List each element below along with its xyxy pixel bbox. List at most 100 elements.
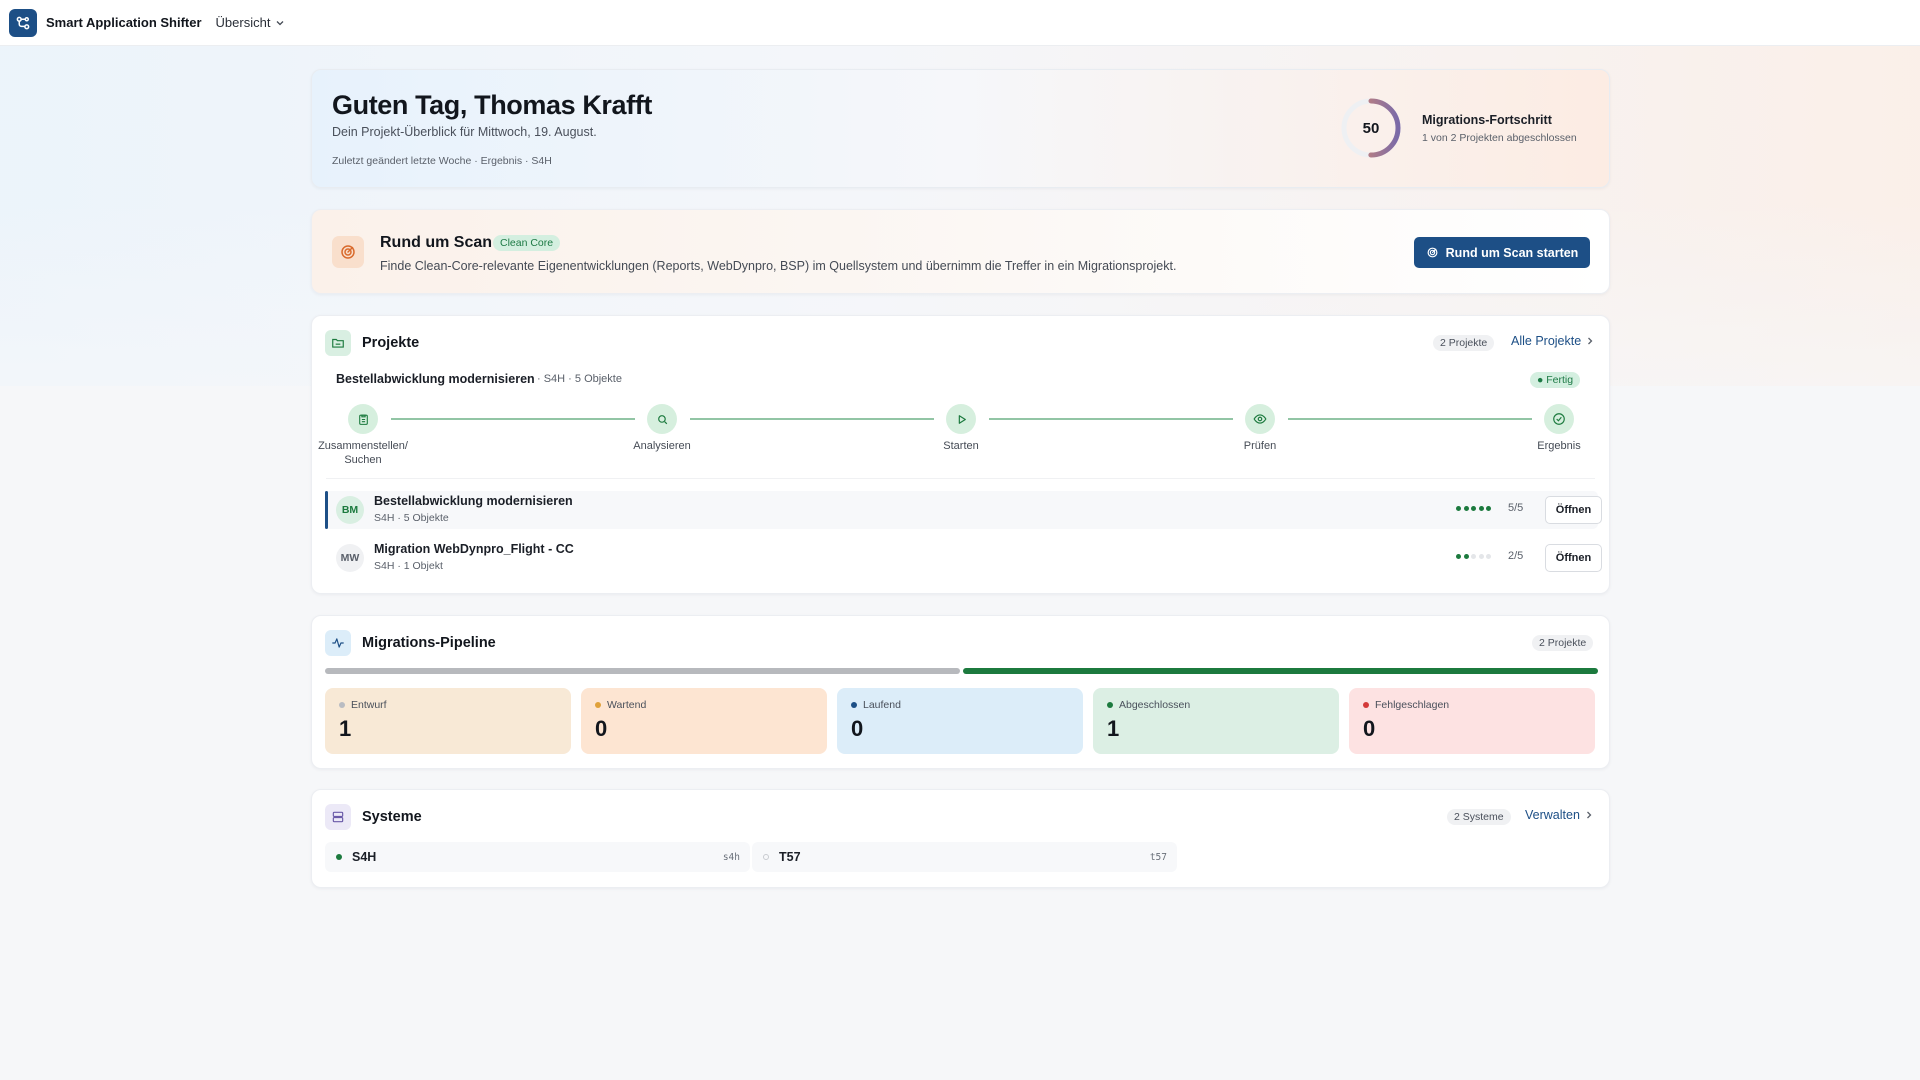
stat-draft: Entwurf 1 — [325, 688, 571, 754]
status-badge-done: ● Fertig — [1530, 372, 1581, 388]
progress-dot — [1463, 506, 1469, 511]
stat-failed: Fehlgeschlagen 0 — [1349, 688, 1595, 754]
project-row-title: Bestellabwicklung modernisieren — [374, 494, 573, 508]
top-bar: Smart Application Shifter Übersicht — [0, 0, 1920, 46]
nav-menu-overview[interactable]: Übersicht — [216, 15, 286, 30]
step-analyze[interactable] — [647, 404, 677, 434]
manage-systems-link[interactable]: Verwalten — [1525, 808, 1593, 822]
system-item[interactable]: T57 t57 — [752, 842, 1177, 872]
all-projects-link[interactable]: Alle Projekte — [1511, 334, 1594, 348]
step-collect[interactable] — [348, 404, 378, 434]
app-logo-icon[interactable] — [9, 8, 37, 37]
clipboard-icon — [358, 414, 368, 425]
start-scan-label: Rund um Scan starten — [1445, 245, 1579, 260]
play-icon — [958, 414, 966, 424]
status-dot — [763, 854, 769, 860]
greeting-subtitle: Dein Projekt-Überblick für Mittwoch, 19.… — [332, 125, 597, 139]
status-dot — [339, 702, 345, 708]
scan-card: Rund um Scan Clean Core Finde Clean-Core… — [311, 209, 1610, 294]
step-label-start: Starten — [943, 440, 979, 452]
system-name: T57 — [779, 850, 801, 864]
stat-label: Fehlgeschlagen — [1363, 699, 1449, 711]
pipeline-bar-draft — [325, 668, 960, 674]
server-icon — [325, 804, 351, 830]
progress-dot — [1456, 554, 1461, 559]
start-scan-button[interactable]: Rund um Scan starten — [1414, 237, 1590, 268]
project-row-meta: S4H · 5 Objekte — [374, 512, 449, 524]
system-code: t57 — [1149, 852, 1167, 863]
nav-menu-label: Übersicht — [215, 15, 271, 30]
step-label-result: Ergebnis — [1537, 440, 1581, 452]
projects-card: Projekte 2 Projekte Alle Projekte Bestel… — [311, 315, 1610, 594]
progress-dots — [1456, 554, 1491, 559]
progress-value: 50 — [1362, 119, 1380, 137]
search-icon — [657, 414, 667, 424]
step-label-analyze: Analysieren — [633, 440, 691, 452]
progress-dot — [1486, 506, 1491, 511]
step-connector — [391, 418, 635, 420]
progress-dot — [1463, 554, 1469, 559]
stat-value: 0 — [595, 716, 608, 741]
pipeline-title: Migrations-Pipeline — [362, 635, 496, 651]
status-dot — [1107, 702, 1113, 708]
clean-core-badge: Clean Core — [493, 235, 561, 251]
chevron-down-icon — [277, 20, 284, 25]
systems-title: Systeme — [362, 809, 422, 825]
stat-label-text: Entwurf — [351, 699, 387, 711]
current-project-name: Bestellabwicklung modernisieren — [336, 372, 535, 386]
active-indicator — [325, 491, 328, 529]
progress-dot — [1456, 506, 1461, 511]
step-start[interactable] — [946, 404, 976, 434]
stat-label-text: Fehlgeschlagen — [1375, 699, 1450, 711]
projects-count-badge: 2 Projekte — [1433, 335, 1495, 351]
stat-waiting: Wartend 0 — [581, 688, 827, 754]
current-project-meta: · S4H · 5 Objekte — [537, 373, 622, 385]
stat-label: Laufend — [851, 699, 901, 711]
check-circle-icon — [1553, 413, 1565, 425]
all-projects-label: Alle Projekte — [1511, 334, 1582, 348]
step-connector — [989, 418, 1233, 420]
folder-icon — [325, 330, 351, 356]
radar-icon — [332, 236, 364, 268]
system-name: S4H — [352, 850, 377, 864]
status-dot — [595, 702, 601, 708]
progress-dot — [1486, 554, 1491, 559]
chevron-right-icon — [1586, 811, 1592, 819]
project-row-meta: S4H · 1 Objekt — [374, 560, 443, 572]
system-item[interactable]: S4H s4h — [325, 842, 750, 872]
stat-label-text: Laufend — [863, 699, 901, 711]
manage-systems-label: Verwalten — [1525, 808, 1580, 822]
status-dot — [851, 702, 857, 708]
avatar: MW — [336, 544, 364, 572]
projects-title: Projekte — [362, 335, 420, 351]
stat-label: Abgeschlossen — [1107, 699, 1190, 711]
step-review[interactable] — [1245, 404, 1275, 434]
scan-description: Finde Clean-Core-relevante Eigenentwickl… — [380, 259, 1177, 273]
last-changed-meta: Zuletzt geändert letzte Woche · Ergebnis… — [332, 155, 552, 167]
open-project-button[interactable]: Öffnen — [1545, 544, 1602, 572]
project-row[interactable]: BM Bestellabwicklung modernisieren S4H ·… — [325, 491, 1602, 529]
stat-value: 1 — [1107, 716, 1120, 741]
step-result[interactable] — [1544, 404, 1574, 434]
greeting-title: Guten Tag, Thomas Krafft — [332, 90, 652, 120]
systems-count-badge: 2 Systeme — [1447, 809, 1511, 825]
stat-running: Laufend 0 — [837, 688, 1083, 754]
project-row-progress: 2/5 — [1508, 550, 1524, 562]
progress-dot — [1478, 506, 1484, 511]
systems-card: Systeme 2 Systeme Verwalten S4H s4h T57 … — [311, 789, 1610, 888]
activity-icon — [325, 630, 351, 656]
stat-value: 0 — [1363, 716, 1376, 741]
open-project-button[interactable]: Öffnen — [1545, 496, 1602, 524]
step-connector — [1288, 418, 1532, 420]
status-dot — [1363, 702, 1369, 708]
status-dot — [336, 854, 342, 860]
step-label-collect: Zusammenstellen/ Suchen — [318, 440, 408, 466]
divider — [326, 478, 1595, 479]
step-label-review: Prüfen — [1243, 440, 1277, 452]
greeting-card: Guten Tag, Thomas Krafft Dein Projekt-Üb… — [311, 69, 1610, 188]
project-row[interactable]: MW Migration WebDynpro_Flight - CC S4H ·… — [325, 539, 1602, 577]
progress-dot — [1478, 554, 1484, 559]
pipeline-card: Migrations-Pipeline 2 Projekte Entwurf 1… — [311, 615, 1610, 769]
progress-dot — [1471, 554, 1476, 559]
stat-value: 0 — [851, 716, 864, 741]
